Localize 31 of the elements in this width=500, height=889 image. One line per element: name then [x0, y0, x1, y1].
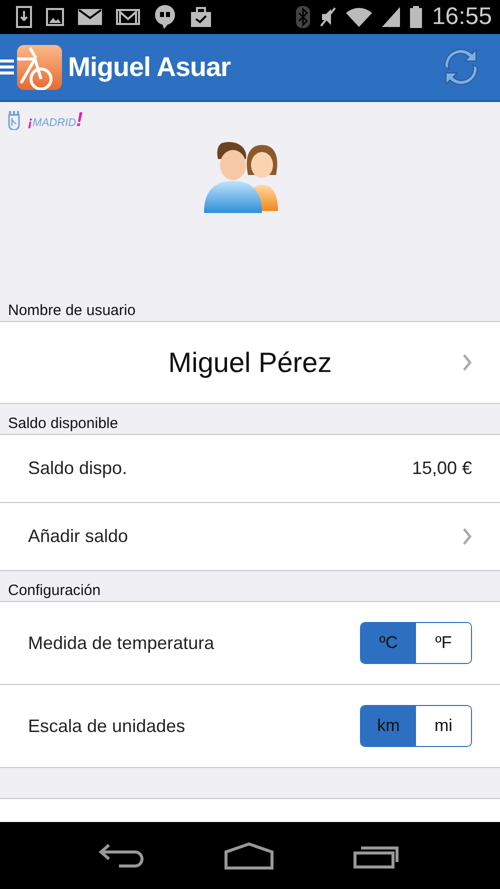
- segment-option[interactable]: km: [361, 706, 416, 746]
- bluetooth-icon: [296, 6, 310, 28]
- back-icon[interactable]: [99, 842, 146, 868]
- menu-icon[interactable]: [0, 58, 14, 76]
- mail-icon: [116, 9, 140, 25]
- coat-of-arms-icon: [8, 110, 20, 130]
- app-title: Miguel Asuar: [68, 52, 231, 82]
- signal-icon: [382, 7, 400, 27]
- row-label: Medida de temperatura: [28, 632, 214, 654]
- section-label: Configuración: [7, 581, 102, 601]
- refresh-icon[interactable]: [444, 49, 478, 85]
- clock-time: 16:55: [432, 3, 492, 31]
- home-icon[interactable]: [224, 842, 274, 870]
- chat-icon: [154, 5, 176, 29]
- battery-icon: [410, 6, 422, 28]
- section-label: Nombre de usuario: [7, 301, 137, 321]
- mail-icon: [78, 9, 102, 25]
- user-name[interactable]: Miguel Pérez: [168, 346, 332, 378]
- briefcase-check-icon: [190, 6, 212, 28]
- row-label[interactable]: Añadir saldo: [28, 526, 128, 547]
- bicycle-logo-icon: [17, 44, 62, 90]
- madrid-logo: ¡MADRID!: [28, 108, 83, 132]
- row-label: Saldo dispo.: [28, 458, 128, 479]
- muted-speaker-icon: [320, 7, 336, 27]
- wifi-icon: [346, 7, 372, 27]
- row-label: Escala de unidades: [28, 716, 186, 736]
- section-label: Saldo disponible: [7, 414, 120, 434]
- image-icon: [46, 8, 64, 26]
- balance-value: 15,00 €: [412, 458, 472, 479]
- download-icon: [16, 6, 32, 28]
- segment-option[interactable]: ºC: [361, 623, 416, 663]
